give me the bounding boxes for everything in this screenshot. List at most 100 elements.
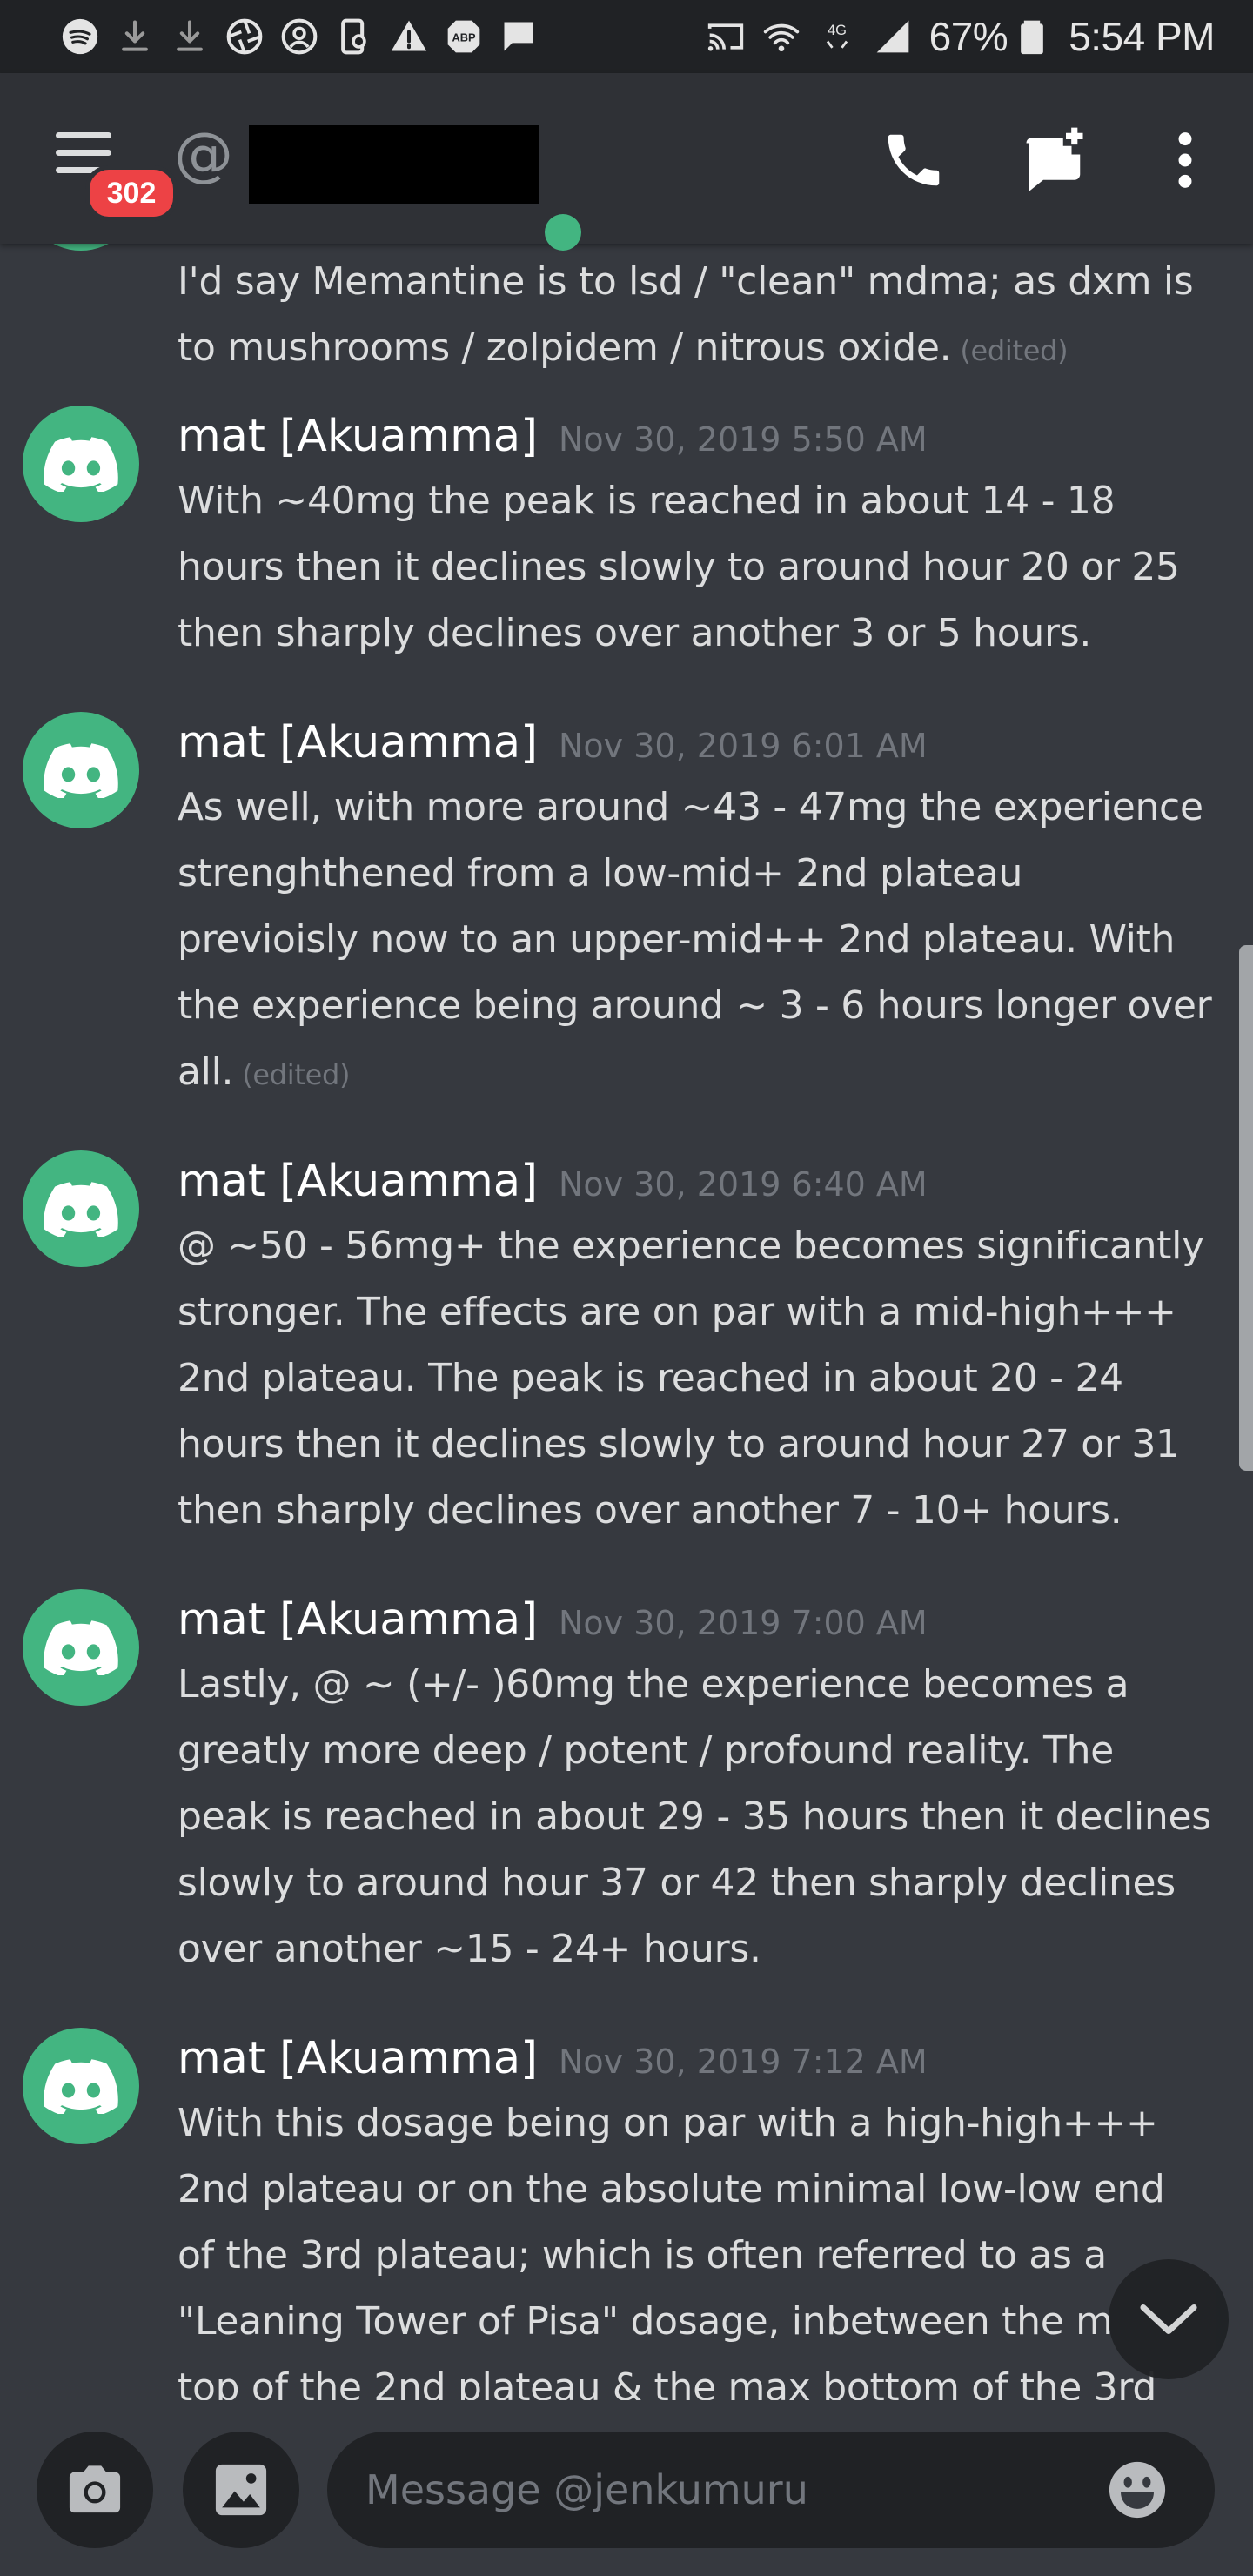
battery-icon (1013, 17, 1051, 56)
author-name[interactable]: mat [Akuamma] (178, 1150, 538, 1213)
message-line: 2nd plateau or on the absolute minimal l… (178, 2167, 1165, 2211)
message-content: Lastly, @ ~ (+/- )60mg the experience be… (178, 1652, 1222, 1982)
message-list[interactable]: I'd say Memantine is to lsd / "clean" md… (0, 244, 1253, 2400)
discord-icon (44, 1182, 118, 1237)
message-line: top of the 2nd plateau & the max bottom … (178, 2365, 1157, 2400)
warning-icon (390, 17, 428, 56)
4g-icon: 4G (818, 17, 856, 56)
timestamp: Nov 30, 2019 7:00 AM (558, 1604, 928, 1642)
discord-dm-screen: ABP 4G 67% 5:54 PM 302 @ I'd say Memanti… (0, 0, 1253, 2576)
message-line: slowly to around hour 37 or 42 then shar… (178, 1861, 1176, 1905)
more-options-button[interactable] (1143, 118, 1227, 202)
timestamp: Nov 30, 2019 6:01 AM (558, 727, 928, 765)
message-line: over another ~15 - 24+ hours. (178, 1927, 761, 1971)
edited-tag: (edited) (242, 1058, 351, 1091)
jump-to-latest-button[interactable] (1109, 2259, 1229, 2379)
camera-button[interactable] (37, 2432, 153, 2548)
message-header: mat [Akuamma] Nov 30, 2019 7:12 AM (178, 2028, 928, 2090)
message-line: previoisly now to an upper-mid++ 2nd pla… (178, 917, 1176, 962)
message-line: With ~40mg the peak is reached in about … (178, 479, 1116, 523)
message-line-text: to mushrooms / zolpidem / nitrous oxide. (178, 325, 952, 370)
author-name[interactable]: mat [Akuamma] (178, 2028, 538, 2090)
emoji-icon (1109, 2461, 1166, 2519)
redacted-username[interactable] (249, 125, 539, 204)
battery-percent: 67% (928, 14, 1008, 59)
discord-icon (44, 2059, 118, 2114)
unread-badge: 302 (85, 165, 178, 221)
message-content: As well, with more around ~43 - 47mg the… (178, 775, 1222, 1108)
status-bar: ABP 4G 67% 5:54 PM (0, 0, 1253, 73)
author-name[interactable]: mat [Akuamma] (178, 406, 538, 468)
author-name[interactable]: mat [Akuamma] (178, 712, 538, 775)
message-line: @ ~50 - 56mg+ the experience becomes sig… (178, 1224, 1204, 1268)
message-line: With this dosage being on par with a hig… (178, 2101, 1158, 2145)
message-line: "Leaning Tower of Pisa" dosage, inbetwee… (178, 2299, 1113, 2344)
timestamp: Nov 30, 2019 6:40 AM (558, 1165, 928, 1204)
scrollbar-thumb[interactable] (1239, 945, 1253, 1471)
message-line: hours then it declines slowly to around … (178, 545, 1180, 589)
chevron-down-icon (1140, 2304, 1197, 2335)
svg-text:4G: 4G (828, 23, 847, 38)
online-status-dot (545, 214, 581, 251)
channel-header: 302 @ (0, 73, 1253, 251)
author-name[interactable]: mat [Akuamma] (178, 1589, 538, 1652)
discord-icon (44, 743, 118, 798)
phone-settings-icon (335, 17, 373, 56)
image-button[interactable] (183, 2432, 299, 2548)
message-line: the experience being around ~ 3 - 6 hour… (178, 983, 1212, 1028)
message-header: mat [Akuamma] Nov 30, 2019 6:40 AM (178, 1150, 928, 1213)
avatar[interactable] (23, 1589, 139, 1706)
signal-icon (874, 17, 912, 56)
message-line: then sharply declines over another 3 or … (178, 611, 1092, 655)
message-header: mat [Akuamma] Nov 30, 2019 5:50 AM (178, 406, 928, 468)
download-icon (171, 17, 209, 56)
phone-icon (888, 134, 940, 186)
account-circle-icon (280, 17, 318, 56)
avatar[interactable] (23, 2028, 139, 2144)
message-content: I'd say Memantine is to lsd / "clean" md… (178, 249, 1222, 384)
message-line: all. (edited) (178, 1039, 1222, 1108)
discord-icon (44, 1620, 118, 1675)
status-bar-right: 4G 67% 5:54 PM (701, 13, 1215, 60)
message-line: stronger. The effects are on par with a … (178, 1290, 1176, 1334)
message-input[interactable] (327, 2432, 1215, 2548)
status-bar-left: ABP (61, 17, 554, 56)
avatar[interactable] (23, 406, 139, 522)
camera-icon (69, 2465, 121, 2513)
timestamp: Nov 30, 2019 7:12 AM (558, 2043, 928, 2081)
avatar[interactable] (23, 244, 139, 251)
clock: 5:54 PM (1069, 14, 1215, 59)
download-icon (116, 17, 154, 56)
discord-icon (44, 437, 118, 492)
message-line: to mushrooms / zolpidem / nitrous oxide.… (178, 315, 1222, 384)
adblock-icon: ABP (445, 17, 483, 56)
image-icon (215, 2464, 267, 2516)
menu-icon-bar (56, 132, 111, 138)
spotify-icon (61, 17, 99, 56)
at-icon: @ (174, 120, 233, 189)
cast-icon (707, 17, 745, 56)
message-line: hours then it declines slowly to around … (178, 1422, 1180, 1466)
wifi-icon (762, 17, 801, 56)
emoji-button[interactable] (1107, 2459, 1168, 2520)
timestamp: Nov 30, 2019 5:50 AM (558, 420, 928, 459)
edited-tag: (edited) (960, 334, 1069, 367)
message-icon (499, 17, 538, 56)
message-content: With ~40mg the peak is reached in about … (178, 468, 1222, 667)
message-line: greatly more deep / potent / profound re… (178, 1728, 1114, 1773)
svg-text:ABP: ABP (452, 31, 476, 44)
new-group-dm-icon (1026, 127, 1083, 191)
message-line: As well, with more around ~43 - 47mg the… (178, 785, 1203, 829)
aperture-icon (225, 17, 264, 56)
call-button[interactable] (872, 118, 955, 202)
message-line: of the 3rd plateau; which is often refer… (178, 2233, 1107, 2277)
message-line: strenghthened from a low-mid+ 2nd platea… (178, 851, 1023, 896)
avatar[interactable] (23, 712, 139, 828)
more-icon (1178, 132, 1192, 188)
message-content: With this dosage being on par with a hig… (178, 2090, 1222, 2400)
avatar[interactable] (23, 1150, 139, 1267)
menu-icon-bar (56, 150, 111, 156)
new-group-dm-button[interactable] (1013, 118, 1096, 202)
message-header: mat [Akuamma] Nov 30, 2019 7:00 AM (178, 1589, 928, 1652)
message-composer (0, 2400, 1253, 2576)
